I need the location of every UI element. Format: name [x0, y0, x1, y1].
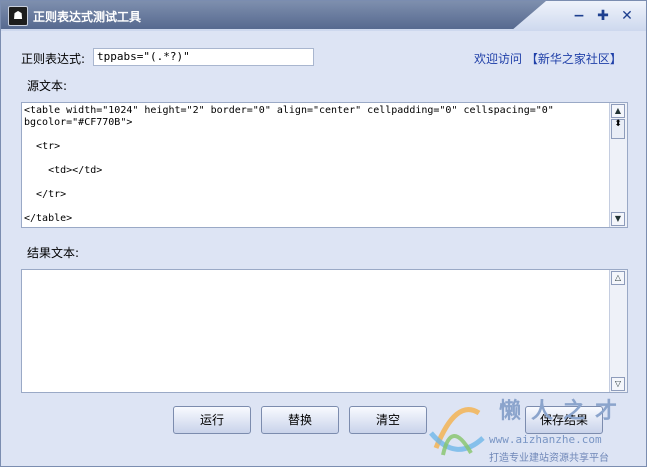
scroll-thumb[interactable]: ⬍: [611, 119, 625, 139]
close-button[interactable]: ✕: [618, 7, 636, 25]
result-textarea[interactable]: △ ▽: [21, 269, 628, 393]
watermark-slogan: 打造专业建站资源共享平台: [489, 453, 609, 464]
community-link[interactable]: 欢迎访问 【新华之家社区】: [474, 50, 622, 67]
source-line: [24, 129, 608, 141]
source-line: <td></td>: [24, 165, 103, 176]
source-scrollbar[interactable]: ▲ ⬍ ▼: [609, 103, 627, 227]
source-text-content: <table width="1024" height="2" border="0…: [24, 105, 608, 227]
title-bar[interactable]: ☗ 正则表达式测试工具 − ✚ ✕: [1, 1, 646, 31]
minimize-button[interactable]: −: [570, 7, 588, 25]
source-textarea[interactable]: <table width="1024" height="2" border="0…: [21, 102, 628, 228]
source-line: [24, 153, 608, 165]
source-line: [24, 201, 608, 213]
watermark-logo-icon: [429, 407, 485, 456]
run-button[interactable]: 运行: [173, 406, 251, 434]
scroll-up-icon[interactable]: ▲: [611, 104, 625, 118]
watermark-title: 懒人之才: [499, 399, 628, 424]
result-label: 结果文本:: [27, 246, 80, 260]
scroll-down-icon[interactable]: ▼: [611, 212, 625, 226]
source-line: </tr>: [24, 189, 67, 200]
main-window: ☗ 正则表达式测试工具 − ✚ ✕ 正则表达式: tppabs="(.*?)" …: [0, 0, 647, 467]
maximize-button[interactable]: ✚: [594, 7, 612, 25]
app-icon[interactable]: ☗: [8, 6, 28, 26]
watermark: 懒人之才 www.aizhanzhe.com 打造专业建站资源共享平台: [421, 391, 646, 466]
clear-button[interactable]: 清空: [349, 406, 427, 434]
source-line: <table width="1024" height="2" border="0…: [24, 105, 554, 128]
regex-label: 正则表达式:: [21, 52, 86, 66]
source-label: 源文本:: [27, 79, 68, 93]
regex-input[interactable]: tppabs="(.*?)": [93, 48, 314, 66]
source-line: </table>: [24, 213, 73, 224]
source-line: <tr>: [24, 141, 61, 152]
replace-button[interactable]: 替换: [261, 406, 339, 434]
result-scrollbar[interactable]: △ ▽: [609, 270, 627, 392]
scroll-down-icon[interactable]: ▽: [611, 377, 625, 391]
source-line: [24, 177, 608, 189]
scroll-up-icon[interactable]: △: [611, 271, 625, 285]
window-title: 正则表达式测试工具: [33, 10, 142, 24]
result-text-content: [24, 272, 608, 392]
watermark-url: www.aizhanzhe.com: [489, 433, 602, 446]
